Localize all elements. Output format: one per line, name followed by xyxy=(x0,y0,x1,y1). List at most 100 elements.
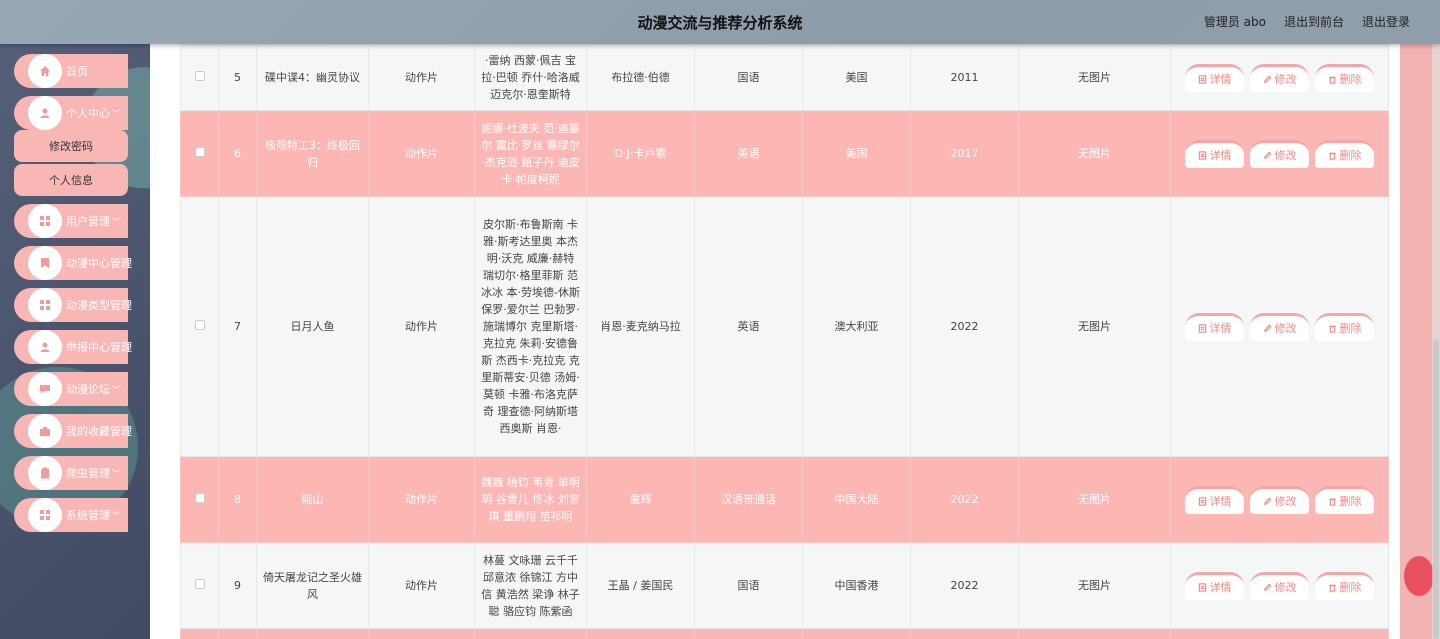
decor-ball xyxy=(1404,556,1434,596)
pencil-icon xyxy=(1263,75,1271,83)
user-icon xyxy=(28,96,62,130)
edit-button[interactable]: 修改 xyxy=(1250,139,1309,168)
trash-icon xyxy=(1328,152,1336,160)
logout-link[interactable]: 退出登录 xyxy=(1362,13,1410,30)
cell-year: 2022 xyxy=(910,542,1019,629)
cell-image: 无图片 xyxy=(1018,110,1171,197)
cell-type: 动作片 xyxy=(368,196,475,457)
sidebar-sub-change-password[interactable]: 修改密码 xyxy=(14,130,128,162)
to-front-link[interactable]: 退出到前台 xyxy=(1284,13,1344,30)
sidebar-item-forum[interactable]: 动漫论坛 ﹀ xyxy=(14,372,128,406)
cell-image: 无图片 xyxy=(1018,44,1171,111)
delete-button[interactable]: 删除 xyxy=(1315,571,1374,600)
cell-language: 汉语普通话 xyxy=(694,456,803,543)
cell-language: 国语 xyxy=(694,44,803,111)
detail-button[interactable]: 详情 xyxy=(1185,312,1244,341)
sidebar-sub-personal-info[interactable]: 个人信息 xyxy=(14,164,128,196)
chevron-down-icon: ﹀ xyxy=(112,511,122,522)
table-row: 5 碟中谍4：幽灵协议 动作片 ·雷纳 西蒙·佩吉 宝拉·巴顿 乔什·哈洛威 迈… xyxy=(180,44,1389,111)
detail-button[interactable]: 详情 xyxy=(1185,571,1244,600)
sidebar-item-anime-center[interactable]: 动漫中心管理 xyxy=(14,246,132,280)
document-icon xyxy=(1198,74,1206,84)
cell-no: 8 xyxy=(218,456,257,543)
trash-icon xyxy=(1328,584,1336,592)
trash-icon xyxy=(1328,76,1336,84)
cell-no: 6 xyxy=(218,110,257,197)
sidebar-item-report-center[interactable]: 举报中心管理 xyxy=(14,330,132,364)
table-row: 7 日月人鱼 动作片 皮尔斯·布鲁斯南 卡雅·斯考达里奥 本杰明·沃克 威廉·赫… xyxy=(180,196,1389,457)
cell-region: 美国 xyxy=(802,44,911,111)
edit-button[interactable]: 修改 xyxy=(1250,571,1309,600)
cell-year: 2017 xyxy=(910,110,1019,197)
row-checkbox[interactable] xyxy=(194,147,205,157)
row-checkbox[interactable] xyxy=(194,71,205,81)
cell-year: 2022 xyxy=(910,196,1019,457)
bookmark-icon xyxy=(28,246,62,280)
header-links: 管理员 abo 退出到前台 退出登录 xyxy=(1204,13,1410,30)
anime-table: 5 碟中谍4：幽灵协议 动作片 ·雷纳 西蒙·佩吉 宝拉·巴顿 乔什·哈洛威 迈… xyxy=(180,44,1389,639)
document-icon xyxy=(1198,582,1206,592)
document-icon xyxy=(1198,150,1206,160)
cell-year: 2022 xyxy=(910,456,1019,543)
cell-title: 日月人鱼 xyxy=(256,196,369,457)
cell-no: 9 xyxy=(218,542,257,629)
cell-director: D·J·卡卢索 xyxy=(586,110,695,197)
sidebar-item-personal[interactable]: 个人中心 ﹀ xyxy=(14,96,128,130)
sidebar-item-anime-type[interactable]: 动漫类型管理 xyxy=(14,288,132,322)
edit-button[interactable]: 修改 xyxy=(1250,312,1309,341)
cell-region: 美国 xyxy=(802,110,911,197)
cell-cast: 皮尔斯·布鲁斯南 卡雅·斯考达里奥 本杰明·沃克 威廉·赫特 瑞切尔·格里菲斯 … xyxy=(474,196,587,457)
chevron-down-icon: ﹀ xyxy=(112,217,122,228)
row-checkbox[interactable] xyxy=(194,493,205,503)
cell-type: 动作片 xyxy=(368,110,475,197)
clipboard-icon xyxy=(28,456,62,490)
cell-no: 7 xyxy=(218,196,257,457)
detail-button[interactable]: 详情 xyxy=(1185,139,1244,168)
chevron-down-icon: ﹀ xyxy=(112,109,122,120)
cell-language: 国语 xyxy=(694,542,803,629)
chevron-down-icon: ﹀ xyxy=(112,469,122,480)
sidebar-item-home[interactable]: 首页 xyxy=(14,54,128,88)
cell-cast: ·雷纳 西蒙·佩吉 宝拉·巴顿 乔什·哈洛威 迈克尔·恩奎斯特 xyxy=(474,44,587,111)
row-checkbox[interactable] xyxy=(194,320,205,330)
delete-button[interactable]: 删除 xyxy=(1315,139,1374,168)
delete-button[interactable]: 删除 xyxy=(1315,312,1374,341)
pencil-icon xyxy=(1263,324,1271,332)
edit-button[interactable]: 修改 xyxy=(1250,485,1309,514)
detail-button[interactable]: 详情 xyxy=(1185,63,1244,92)
cell-image: 无图片 xyxy=(1018,456,1171,543)
cell-image: 无图片 xyxy=(1018,196,1171,457)
briefcase-icon xyxy=(28,414,62,448)
cell-type: 动作片 xyxy=(368,456,475,543)
document-icon xyxy=(1198,323,1206,333)
cell-type: 动作片 xyxy=(368,542,475,629)
document-icon xyxy=(1198,496,1206,506)
home-icon xyxy=(28,54,62,88)
delete-button[interactable]: 删除 xyxy=(1315,63,1374,92)
main-content: 5 碟中谍4：幽灵协议 动作片 ·雷纳 西蒙·佩吉 宝拉·巴顿 乔什·哈洛威 迈… xyxy=(150,44,1400,639)
sidebar: 首页 个人中心 ﹀ 修改密码 个人信息 用户管理 ﹀ 动漫中心管理 动漫类型管理… xyxy=(0,44,150,639)
cell-region: 中国香港 xyxy=(802,542,911,629)
top-header: 动漫交流与推荐分析系统 管理员 abo 退出到前台 退出登录 xyxy=(0,0,1440,44)
grid-icon xyxy=(28,204,62,238)
trash-icon xyxy=(1328,325,1336,333)
detail-button[interactable]: 详情 xyxy=(1185,485,1244,514)
admin-label[interactable]: 管理员 abo xyxy=(1204,13,1266,30)
pencil-icon xyxy=(1263,583,1271,591)
delete-button[interactable]: 删除 xyxy=(1315,485,1374,514)
sidebar-item-user-mgmt[interactable]: 用户管理 ﹀ xyxy=(14,204,128,238)
cell-director: 童辉 xyxy=(586,456,695,543)
sidebar-item-system[interactable]: 系统管理 ﹀ xyxy=(14,498,128,532)
chevron-down-icon: ﹀ xyxy=(112,385,122,396)
sidebar-item-favorites[interactable]: 我的收藏管理 xyxy=(14,414,132,448)
user-icon xyxy=(28,330,62,364)
edit-button[interactable]: 修改 xyxy=(1250,63,1309,92)
scrollbar-thumb[interactable] xyxy=(1433,340,1439,639)
cell-cast: 林蔓 文咏珊 云千千 邱意浓 徐锦江 方中信 黄浩然 梁诤 林子聪 骆应钧 陈紫… xyxy=(474,542,587,629)
cell-no: 5 xyxy=(218,44,257,111)
cell-region: 澳大利亚 xyxy=(802,196,911,457)
sidebar-item-crawler[interactable]: 爬虫管理 ﹀ xyxy=(14,456,128,490)
cell-region: 中国大陆 xyxy=(802,456,911,543)
table-row: 6 极限特工3：终极回归 动作片 妮娜·杜波夫 范·迪塞尔 露比·罗丝 塞缪尔·… xyxy=(180,110,1389,197)
row-checkbox[interactable] xyxy=(194,579,205,589)
